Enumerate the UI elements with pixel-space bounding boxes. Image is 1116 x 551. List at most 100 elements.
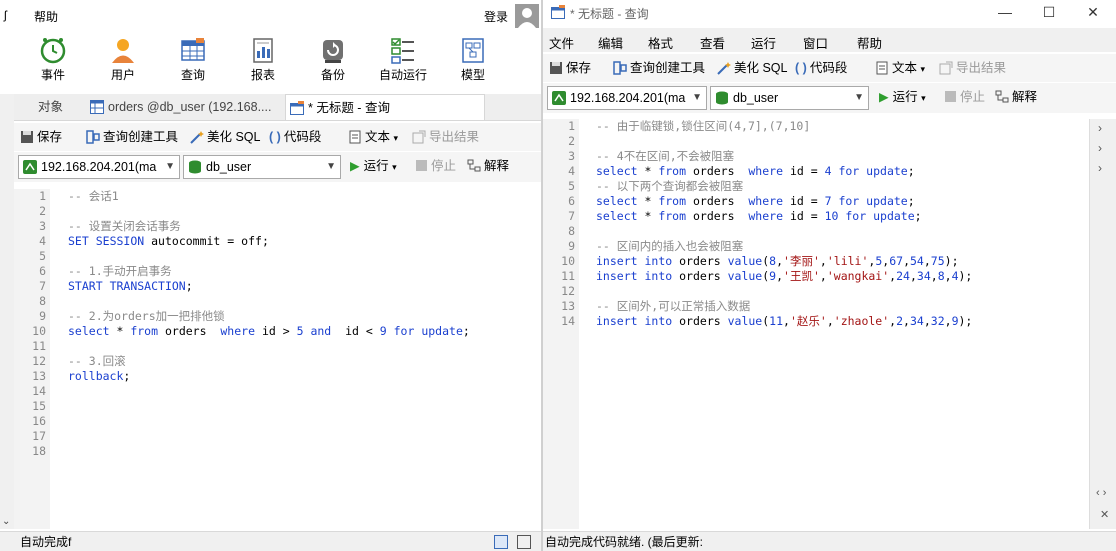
collapse-arrows-icon[interactable]: ‹ › <box>1096 487 1106 499</box>
code-line[interactable]: -- 设置关闭会话事务 <box>68 219 470 234</box>
automation-button[interactable]: 自动运行 <box>379 36 427 83</box>
chevron-right-icon[interactable]: › <box>1098 161 1102 175</box>
database-select[interactable]: db_user ▼ <box>710 86 869 110</box>
code-line[interactable]: select * from orders where id = 10 for u… <box>596 209 972 224</box>
stop-button[interactable]: 停止 <box>416 157 456 175</box>
menu-format[interactable]: 格式 <box>648 33 673 52</box>
line-number: 3 <box>39 219 46 233</box>
code-line[interactable]: -- 会话1 <box>68 189 470 204</box>
code-line[interactable]: -- 2.为orders加一把排他锁 <box>68 309 470 324</box>
text-button[interactable]: 文本 ▾ <box>875 59 925 77</box>
code-line[interactable] <box>68 249 470 264</box>
menu-edit[interactable]: 编辑 <box>598 33 623 52</box>
code-line[interactable]: START TRANSACTION; <box>68 279 470 294</box>
save-icon <box>550 62 562 74</box>
right-query-window: * 无标题 - 查询 — ☐ ✕ 文件 编辑 格式 查看 运行 窗口 帮助 保存… <box>542 0 1116 551</box>
code-line[interactable]: SET SESSION autocommit = off; <box>68 234 470 249</box>
code-line[interactable] <box>596 134 972 149</box>
chevron-down-icon: ▼ <box>854 92 864 103</box>
export-icon <box>939 61 953 75</box>
code-line[interactable]: -- 1.手动开启事务 <box>68 264 470 279</box>
code-line[interactable]: select * from orders where id = 4 for up… <box>596 164 972 179</box>
chevron-right-icon[interactable]: › <box>1098 121 1102 135</box>
tab-orders-table[interactable]: orders @db_user (192.168.... <box>86 94 284 120</box>
play-icon: ▶ <box>350 159 360 173</box>
left-status-bar: 自动完成f <box>0 531 541 551</box>
report-icon <box>253 38 273 63</box>
right-sql-editor[interactable]: 1 2 3 4 5 6 7 8 9 10 11 12 13 14 -- 由于临键锁,锁住区间(4,7],(… <box>543 119 1088 529</box>
code-line[interactable]: -- 由于临键锁,锁住区间(4,7],(7,10] <box>596 119 972 134</box>
database-select[interactable]: db_user ▼ <box>183 155 341 179</box>
text-button[interactable]: 文本 ▾ <box>348 128 398 146</box>
line-number-gutter: 1 2 3 4 5 6 7 8 9 10 11 12 13 14 15 16 17 18 <box>14 189 50 529</box>
code-line[interactable]: insert into orders value(9,'王凯','wangkai… <box>596 269 972 284</box>
code-line[interactable] <box>596 224 972 239</box>
code-line[interactable] <box>68 294 470 309</box>
save-button[interactable]: 保存 <box>549 59 591 77</box>
query-builder-button[interactable]: 查询创建工具 <box>613 59 705 77</box>
run-button[interactable]: ▶ 运行 ▾ <box>350 157 397 175</box>
login-link[interactable]: 登录 <box>484 8 508 25</box>
code-line[interactable] <box>596 284 972 299</box>
code-line[interactable]: select * from orders where id = 7 for up… <box>596 194 972 209</box>
report-button[interactable]: 报表 <box>239 36 287 83</box>
export-results-button[interactable]: 导出结果 <box>412 128 479 146</box>
close-icon[interactable]: ✕ <box>1083 4 1103 21</box>
menu-run[interactable]: 运行 <box>751 33 776 52</box>
snippet-button[interactable]: ( ) 代码段 <box>269 128 321 146</box>
avatar[interactable] <box>515 4 539 28</box>
menu-window[interactable]: 窗口 <box>803 33 828 52</box>
menu-help[interactable]: 帮助 <box>34 8 58 25</box>
code-line[interactable]: insert into orders value(11,'赵乐','zhaole… <box>596 314 972 329</box>
tab-untitled-query[interactable]: * 无标题 - 查询 <box>285 94 485 120</box>
run-button[interactable]: ▶ 运行 ▾ <box>879 88 926 106</box>
beautify-sql-button[interactable]: 美化 SQL <box>717 59 788 77</box>
layout-split-icon[interactable] <box>494 535 508 549</box>
code-line[interactable]: -- 区间外,可以正常插入数据 <box>596 299 972 314</box>
right-side-panel[interactable]: › › › ‹ › ✕ <box>1089 119 1116 529</box>
line-number: 9 <box>39 309 46 323</box>
code-line[interactable]: insert into orders value(8,'李丽','lili',5… <box>596 254 972 269</box>
query-builder-button[interactable]: 查询创建工具 <box>86 128 178 146</box>
code-line[interactable]: select * from orders where id > 5 and id… <box>68 324 470 339</box>
user-silhouette-icon <box>518 8 536 28</box>
user-button[interactable]: 用户 <box>99 36 147 83</box>
code-line[interactable]: -- 区间内的插入也会被阻塞 <box>596 239 972 254</box>
minimize-icon[interactable]: — <box>995 4 1015 20</box>
menu-truncated[interactable]: ʃ <box>4 8 7 22</box>
stop-button[interactable]: 停止 <box>945 88 985 106</box>
menu-file[interactable]: 文件 <box>549 33 574 52</box>
close-icon[interactable]: ✕ <box>1100 508 1109 521</box>
left-connection-bar: 192.168.204.201(ma ▼ db_user ▼ ▶ 运行 ▾ 停止 解释 <box>14 152 541 182</box>
code-area[interactable]: -- 会话1 -- 设置关闭会话事务 SET SESSION autocommit … <box>68 189 470 384</box>
chevron-right-icon[interactable]: › <box>1098 141 1102 155</box>
maximize-icon[interactable]: ☐ <box>1039 4 1059 21</box>
code-line[interactable] <box>68 339 470 354</box>
code-line[interactable]: rollback; <box>68 369 470 384</box>
explain-button[interactable]: 解释 <box>995 88 1037 106</box>
left-side-scrollbar[interactable]: ⌄ <box>0 94 14 529</box>
connection-select[interactable]: 192.168.204.201(ma ▼ <box>18 155 180 179</box>
connection-select[interactable]: 192.168.204.201(ma ▼ <box>547 86 707 110</box>
menu-help[interactable]: 帮助 <box>857 33 882 52</box>
model-button[interactable]: 模型 <box>449 36 497 83</box>
layout-single-icon[interactable] <box>517 535 531 549</box>
code-line[interactable] <box>68 204 470 219</box>
save-button[interactable]: 保存 <box>20 128 62 146</box>
line-number: 14 <box>32 384 46 398</box>
table-icon <box>181 38 205 61</box>
snippet-button[interactable]: ( ) 代码段 <box>795 59 847 77</box>
menu-view[interactable]: 查看 <box>700 33 725 52</box>
left-sql-editor[interactable]: 1 2 3 4 5 6 7 8 9 10 11 12 13 14 15 16 17 18 -- 会话1 -- 设置关… <box>14 189 541 529</box>
code-line[interactable]: -- 3.回滚 <box>68 354 470 369</box>
code-area[interactable]: -- 由于临键锁,锁住区间(4,7],(7,10] -- 4不在区间,不会被阻塞 s… <box>596 119 972 329</box>
beautify-sql-button[interactable]: 美化 SQL <box>190 128 261 146</box>
export-results-button[interactable]: 导出结果 <box>939 59 1006 77</box>
event-button[interactable]: 事件 <box>29 36 77 83</box>
backup-button[interactable]: 备份 <box>309 36 357 83</box>
code-line[interactable]: -- 4不在区间,不会被阻塞 <box>596 149 972 164</box>
tab-objects[interactable]: 对象 <box>14 94 86 120</box>
code-line[interactable]: -- 以下两个查询都会被阻塞 <box>596 179 972 194</box>
query-button[interactable]: 查询 <box>169 36 217 83</box>
explain-button[interactable]: 解释 <box>467 157 509 175</box>
